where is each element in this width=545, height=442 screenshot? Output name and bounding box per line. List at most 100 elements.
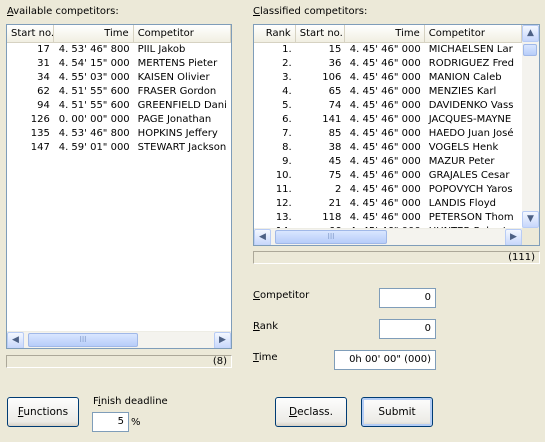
table-row[interactable]: 7. 85 4. 45' 46" 000 HAEDO Juan José <box>254 127 522 141</box>
competitor-cell: MAZUR Peter <box>428 156 495 167</box>
scroll-left-icon[interactable]: ◀ <box>7 332 24 348</box>
table-row[interactable]: 1. 15 4. 45' 46" 000 MICHAELSEN Lar <box>254 43 522 57</box>
time-cell: 4. 45' 46" 000 <box>349 86 421 97</box>
classified-competitors-label: Classified competitors: <box>253 6 368 17</box>
time-label-rest: ime <box>258 352 278 363</box>
competitor-cell: PAGE Jonathan <box>137 114 212 125</box>
rank-field[interactable]: 0 <box>379 319 436 339</box>
time-cell: 4. 45' 46" 000 <box>349 142 421 153</box>
time-cell: 4. 45' 46" 000 <box>349 170 421 181</box>
classified-label-rest: lassified competitors: <box>259 6 368 17</box>
list-item[interactable]: 147 4. 59' 01" 000 STEWART Jackson <box>7 141 231 155</box>
list-item[interactable]: 34 4. 55' 03" 000 KAISEN Olivier <box>7 71 231 85</box>
time-cell: 4. 53' 46" 800 <box>58 44 130 55</box>
table-row[interactable]: 4. 65 4. 45' 46" 000 MENZIES Karl <box>254 85 522 99</box>
table-row[interactable]: 9. 45 4. 45' 46" 000 MAZUR Peter <box>254 155 522 169</box>
rank-cell: 8. <box>282 142 292 153</box>
time-cell: 4. 55' 03" 000 <box>58 72 130 83</box>
list-item[interactable]: 17 4. 53' 46" 800 PIIL Jakob <box>7 43 231 57</box>
competitor-cell: KAISEN Olivier <box>137 72 210 83</box>
competitor-cell: POPOVYCH Yaros <box>428 184 513 195</box>
table-row[interactable]: 5. 74 4. 45' 46" 000 DAVIDENKO Vass <box>254 99 522 113</box>
table-row[interactable]: 6. 141 4. 45' 46" 000 JACQUES-MAYNE <box>254 113 522 127</box>
rank-label-rest: ank <box>259 321 278 332</box>
rank-cell: 11. <box>275 184 292 195</box>
column-header-start-no[interactable]: Start no. <box>295 25 346 42</box>
time-cell: 4. 54' 15" 000 <box>58 58 130 69</box>
list-item[interactable]: 31 4. 54' 15" 000 MERTENS Pieter <box>7 57 231 71</box>
rank-cell: 7. <box>282 128 292 139</box>
scroll-right-icon[interactable]: ▶ <box>505 229 522 245</box>
available-list-body: 17 4. 53' 46" 800 PIIL Jakob 31 4. 54' 15" 0… <box>7 43 231 333</box>
scroll-down-icon[interactable]: ▼ <box>522 211 539 228</box>
table-row[interactable]: 2. 36 4. 45' 46" 000 RODRIGUEZ Fred <box>254 57 522 71</box>
start-no-cell: 34 <box>37 72 50 83</box>
competitor-cell: GRAJALES Cesar <box>428 170 510 181</box>
scrollbar-thumb[interactable] <box>523 44 537 56</box>
start-no-cell: 62 <box>37 86 50 97</box>
rank-cell: 9. <box>282 156 292 167</box>
functions-button[interactable]: Functions <box>7 397 79 427</box>
scroll-up-icon[interactable]: ▲ <box>522 25 539 42</box>
rank-cell: 4. <box>282 86 292 97</box>
declass-button[interactable]: Declass. <box>275 397 347 427</box>
classified-horizontal-scrollbar[interactable]: ◀ III ▶ <box>254 228 522 245</box>
rank-cell: 12. <box>275 198 292 209</box>
column-header-competitor[interactable]: Competitor <box>424 25 522 42</box>
time-cell: 0. 00' 00" 000 <box>58 114 130 125</box>
start-no-cell: 21 <box>328 198 342 209</box>
table-row[interactable]: 10. 75 4. 45' 46" 000 GRAJALES Cesar <box>254 169 522 183</box>
classified-vertical-scrollbar[interactable]: ▲ ▼ <box>522 25 539 228</box>
submit-button[interactable]: Submit <box>361 397 433 427</box>
start-no-cell: 36 <box>328 58 342 69</box>
time-cell: 4. 53' 46" 800 <box>58 128 130 139</box>
scrollbar-thumb[interactable]: III <box>275 230 387 244</box>
available-horizontal-scrollbar[interactable]: ◀ III ▶ <box>7 331 231 348</box>
start-no-cell: 38 <box>328 142 342 153</box>
available-label-rest: vailable competitors: <box>13 6 119 17</box>
start-no-cell: 85 <box>328 128 342 139</box>
start-no-cell: 147 <box>30 142 50 153</box>
start-no-cell: 17 <box>37 44 50 55</box>
column-header-rank[interactable]: Rank <box>254 25 296 42</box>
time-cell: 4. 51' 55" 600 <box>58 86 130 97</box>
finish-deadline-unit: % <box>131 417 141 428</box>
start-no-cell: 126 <box>30 114 50 125</box>
time-cell: 4. 45' 46" 000 <box>349 58 421 69</box>
competitor-cell: GREENFIELD Dani <box>137 100 227 111</box>
column-header-competitor[interactable]: Competitor <box>133 25 231 42</box>
scrollbar-thumb[interactable]: III <box>28 333 138 347</box>
column-header-time[interactable]: Time <box>53 25 134 42</box>
competitor-cell: MANION Caleb <box>428 72 502 83</box>
time-cell: 4. 45' 46" 000 <box>349 100 421 111</box>
list-item[interactable]: 94 4. 51' 55" 600 GREENFIELD Dani <box>7 99 231 113</box>
list-item[interactable]: 126 0. 00' 00" 000 PAGE Jonathan <box>7 113 231 127</box>
rank-cell: 3. <box>282 72 292 83</box>
table-row[interactable]: 12. 21 4. 45' 46" 000 LANDIS Floyd <box>254 197 522 211</box>
time-cell: 4. 45' 46" 000 <box>349 128 421 139</box>
finish-deadline-field[interactable]: 5 <box>92 412 129 432</box>
table-row[interactable]: 11. 2 4. 45' 46" 000 POPOVYCH Yaros <box>254 183 522 197</box>
time-label: Time <box>253 352 278 363</box>
list-item[interactable]: 62 4. 51' 55" 600 FRASER Gordon <box>7 85 231 99</box>
scroll-left-icon[interactable]: ◀ <box>254 229 271 245</box>
competitor-label-rest: ompetitor <box>259 290 310 301</box>
competitor-field[interactable]: 0 <box>379 288 436 308</box>
time-field[interactable]: 0h 00' 00" (000) <box>334 350 436 370</box>
classified-competitors-list[interactable]: Rank Start no. Time Competitor 1. 15 4. 45… <box>253 24 540 246</box>
scroll-right-icon[interactable]: ▶ <box>214 332 231 348</box>
table-row[interactable]: 13. 118 4. 45' 46" 000 PETERSON Thom <box>254 211 522 225</box>
rank-cell: 6. <box>282 114 292 125</box>
classified-list-body: 1. 15 4. 45' 46" 000 MICHAELSEN Lar 2. 36 4. 4… <box>254 43 522 230</box>
time-cell: 4. 45' 46" 000 <box>349 44 421 55</box>
column-header-start-no[interactable]: Start no. <box>7 25 54 42</box>
finish-deadline-label-rest: nish deadline <box>100 396 168 407</box>
competitor-cell: DAVIDENKO Vass <box>428 100 514 111</box>
table-row[interactable]: 3. 106 4. 45' 46" 000 MANION Caleb <box>254 71 522 85</box>
table-row[interactable]: 8. 38 4. 45' 46" 000 VOGELS Henk <box>254 141 522 155</box>
available-competitors-list[interactable]: Start no. Time Competitor 17 4. 53' 46" 8… <box>6 24 232 349</box>
time-cell: 4. 51' 55" 600 <box>58 100 130 111</box>
time-cell: 4. 59' 01" 000 <box>58 142 130 153</box>
column-header-time[interactable]: Time <box>345 25 425 42</box>
list-item[interactable]: 135 4. 53' 46" 800 HOPKINS Jeffery <box>7 127 231 141</box>
